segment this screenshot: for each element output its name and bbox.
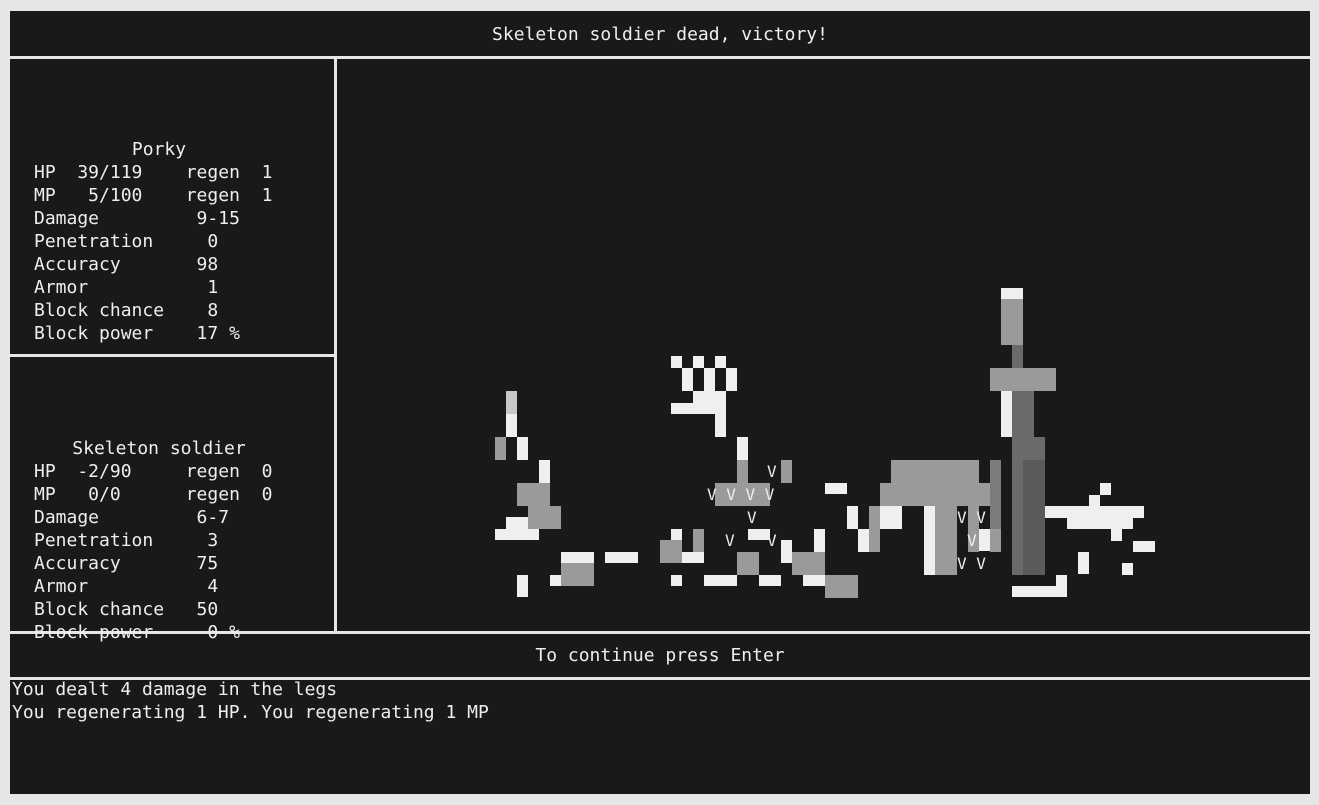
player-hp: HP 39/119 regen 1 — [34, 162, 273, 183]
enemy-damage: Damage 6-7 — [34, 507, 230, 528]
enemy-name: Skeleton soldier — [72, 438, 246, 459]
svg-text:V V V V: V V V V — [707, 485, 775, 504]
svg-text:V: V — [767, 531, 777, 550]
player-armor: Armor 1 — [34, 277, 219, 298]
player-damage: Damage 9-15 — [34, 208, 240, 229]
svg-text:V: V — [747, 508, 757, 527]
player-name: Porky — [131, 139, 187, 160]
continue-prompt[interactable]: To continue press Enter — [10, 645, 1310, 667]
player-block-power: Block power 17 % — [34, 323, 240, 344]
svg-text:V V: V V — [957, 508, 986, 527]
svg-text:V: V — [725, 531, 735, 550]
player-block-chance: Block chance 8 — [34, 300, 219, 321]
enemy-armor: Armor 4 — [34, 576, 219, 597]
enemy-hp: HP -2/90 regen 0 — [34, 461, 273, 482]
log-line: You dealt 4 damage in the legs — [12, 679, 338, 700]
battle-result-title: Skeleton soldier dead, victory! — [492, 24, 828, 45]
player-stats-panel: Porky HP 39/119 regen 1 MP 5/100 regen 1 … — [34, 92, 284, 345]
combat-log: You dealt 4 damage in the legs You regen… — [12, 678, 489, 724]
svg-text:V: V — [767, 462, 777, 481]
enemy-mp: MP 0/0 regen 0 — [34, 484, 273, 505]
enemy-block-power: Block power 0 % — [34, 622, 240, 643]
enemy-block-chance: Block chance 50 — [34, 599, 219, 620]
player-accuracy: Accuracy 98 — [34, 254, 219, 275]
player-penetration: Penetration 0 — [34, 231, 219, 252]
svg-text:V: V — [967, 531, 977, 550]
player-mp: MP 5/100 regen 1 — [34, 185, 273, 206]
enemy-accuracy: Accuracy 75 — [34, 553, 219, 574]
enemy-stats-panel: Skeleton soldier HP -2/90 regen 0 MP 0/0 … — [34, 391, 284, 644]
log-line: You regenerating 1 HP. You regenerating … — [12, 702, 489, 723]
svg-text:V V: V V — [957, 554, 986, 573]
stats-divider — [10, 354, 335, 357]
skeleton-remains-sprite: V V V V V V V V V V V V V — [495, 288, 1155, 598]
enemy-penetration: Penetration 3 — [34, 530, 219, 551]
